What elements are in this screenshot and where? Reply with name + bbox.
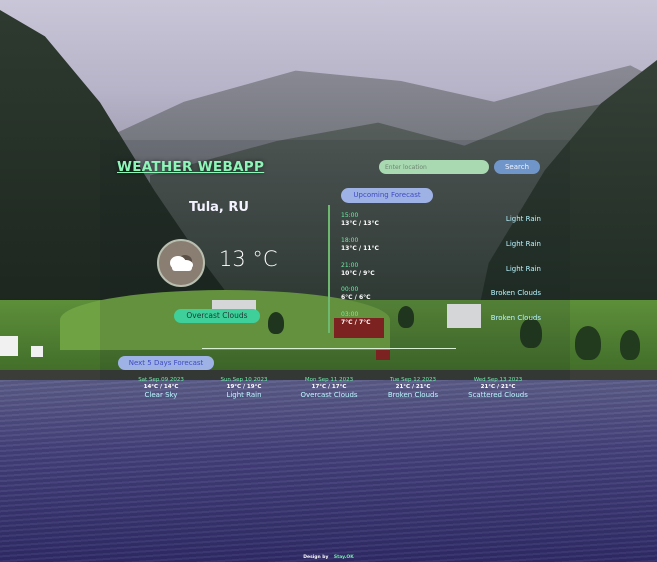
hourly-forecast-row: 18:00 13°C / 11°C Light Rain [341, 237, 541, 259]
daily-forecast-item: Mon Sep 11 2023 17°C / 17°C Overcast Clo… [287, 377, 371, 400]
day-date: Tue Sep 12 2023 [389, 377, 436, 383]
current-temperature: 13 °C [219, 247, 278, 271]
cloud-icon [170, 255, 193, 271]
hour-time: 00:00 [341, 286, 359, 293]
hour-condition: Light Rain [505, 215, 541, 223]
footer: Design by Stay.OK [0, 555, 657, 560]
hour-temp: 13°C / 13°C [341, 220, 379, 227]
divider-horizontal [202, 348, 456, 349]
hour-time: 18:00 [341, 237, 359, 244]
daily-forecast-item: Tue Sep 12 2023 21°C / 21°C Broken Cloud… [371, 377, 455, 400]
lake-water [0, 380, 657, 562]
hourly-forecast-row: 21:00 10°C / 9°C Light Rain [341, 262, 541, 284]
hour-temp: 13°C / 11°C [341, 245, 379, 252]
day-date: Mon Sep 11 2023 [304, 377, 354, 383]
day-temp: 19°C / 19°C [226, 384, 262, 390]
day-temp: 21°C / 21°C [395, 384, 431, 390]
divider-vertical [328, 205, 330, 333]
hour-condition: Broken Clouds [490, 289, 541, 297]
day-temp: 17°C / 17°C [311, 384, 347, 390]
hour-temp: 7°C / 7°C [341, 319, 371, 326]
search-button[interactable]: Search [494, 160, 540, 174]
app-title[interactable]: WEATHER WEBAPP [117, 159, 264, 175]
hour-time: 21:00 [341, 262, 359, 269]
daily-forecast-item: Wed Sep 13 2023 21°C / 21°C Scattered Cl… [456, 377, 540, 400]
day-temp: 21°C / 21°C [480, 384, 516, 390]
daily-forecast-item: Sat Sep 09 2023 14°C / 14°C Clear Sky [119, 377, 203, 400]
weather-icon-circle [157, 239, 205, 287]
day-condition: Light Rain [226, 391, 262, 399]
day-temp: 14°C / 14°C [143, 384, 179, 390]
day-condition: Overcast Clouds [300, 391, 358, 399]
day-condition: Scattered Clouds [468, 391, 528, 399]
day-date: Wed Sep 13 2023 [473, 377, 523, 383]
hour-condition: Broken Clouds [490, 314, 541, 322]
footer-author-link[interactable]: Stay.OK [334, 555, 354, 560]
hour-time: 15:00 [341, 212, 359, 219]
hour-time: 03:00 [341, 311, 359, 318]
tree [620, 330, 640, 360]
day-date: Sat Sep 09 2023 [138, 377, 184, 383]
search-input[interactable] [379, 160, 489, 174]
city-name: Tula, RU [189, 200, 249, 215]
upcoming-forecast-heading: Upcoming Forecast [341, 188, 433, 203]
hour-temp: 10°C / 9°C [341, 270, 375, 277]
hour-condition: Light Rain [505, 265, 541, 273]
hourly-forecast-row: 03:00 7°C / 7°C Broken Clouds [341, 311, 541, 333]
hour-condition: Light Rain [505, 240, 541, 248]
daily-forecast-item: Sun Sep 10 2023 19°C / 19°C Light Rain [202, 377, 286, 400]
day-date: Sun Sep 10 2023 [220, 377, 268, 383]
next-5-days-heading: Next 5 Days Forecast [118, 356, 214, 370]
tree [575, 326, 601, 360]
day-condition: Broken Clouds [387, 391, 439, 399]
footer-label: Design by [303, 555, 329, 560]
current-condition-badge: Overcast Clouds [174, 309, 260, 323]
day-condition: Clear Sky [144, 391, 178, 399]
house [31, 346, 43, 357]
hourly-forecast-row: 00:00 6°C / 6°C Broken Clouds [341, 286, 541, 308]
house [0, 336, 18, 356]
hour-temp: 6°C / 6°C [341, 294, 371, 301]
hourly-forecast-row: 15:00 13°C / 13°C Light Rain [341, 212, 541, 234]
